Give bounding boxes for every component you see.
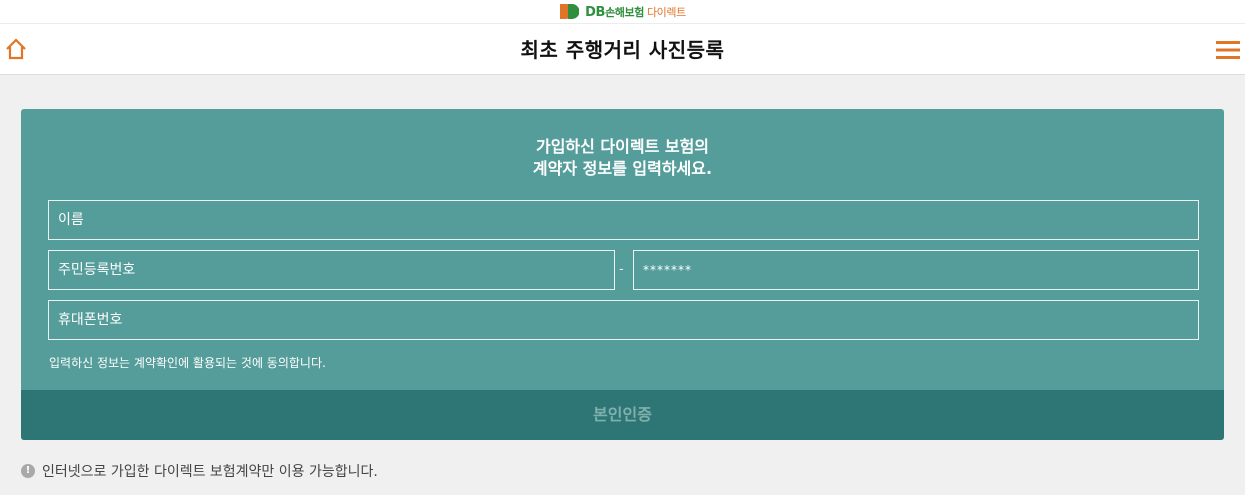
name-input[interactable]: 이름 <box>48 200 1199 240</box>
consent-text: 입력하신 정보는 계약확인에 활용되는 것에 동의합니다. <box>49 356 326 370</box>
info-icon: ! <box>21 464 35 478</box>
brand-db: DB <box>585 4 606 20</box>
rrn-front-input[interactable]: 주민등록번호 <box>48 250 615 290</box>
form-title-line1: 가입하신 다이렉트 보험의 <box>535 137 710 156</box>
brand-insurance: 손해보험 <box>605 5 644 19</box>
brand-bar: DB손해보험 다이렉트 <box>0 0 1245 24</box>
form-title-line2: 계약자 정보를 입력하세요. <box>532 159 713 178</box>
brand-direct: 다이렉트 <box>646 5 686 19</box>
header: 최초 주행거리 사진등록 <box>0 24 1245 75</box>
rrn-back-input[interactable]: ******* <box>633 250 1199 290</box>
verify-identity-button[interactable]: 본인인증 <box>21 390 1224 440</box>
db-logo-icon <box>560 4 580 19</box>
notice-text: 인터넷으로 가입한 다이렉트 보험계약만 이용 가능합니다. <box>42 464 378 480</box>
form-title: 가입하신 다이렉트 보험의 계약자 정보를 입력하세요. <box>21 136 1224 180</box>
rrn-separator: - <box>619 262 624 277</box>
contract-info-card: 가입하신 다이렉트 보험의 계약자 정보를 입력하세요. 이름 주민등록번호 -… <box>21 109 1224 440</box>
notice: ! 인터넷으로 가입한 다이렉트 보험계약만 이용 가능합니다. <box>21 461 378 481</box>
brand-name: DB손해보험 다이렉트 <box>585 4 686 20</box>
page-title: 최초 주행거리 사진등록 <box>520 38 725 62</box>
phone-input[interactable]: 휴대폰번호 <box>48 300 1199 340</box>
hamburger-menu-icon[interactable] <box>1215 39 1241 61</box>
